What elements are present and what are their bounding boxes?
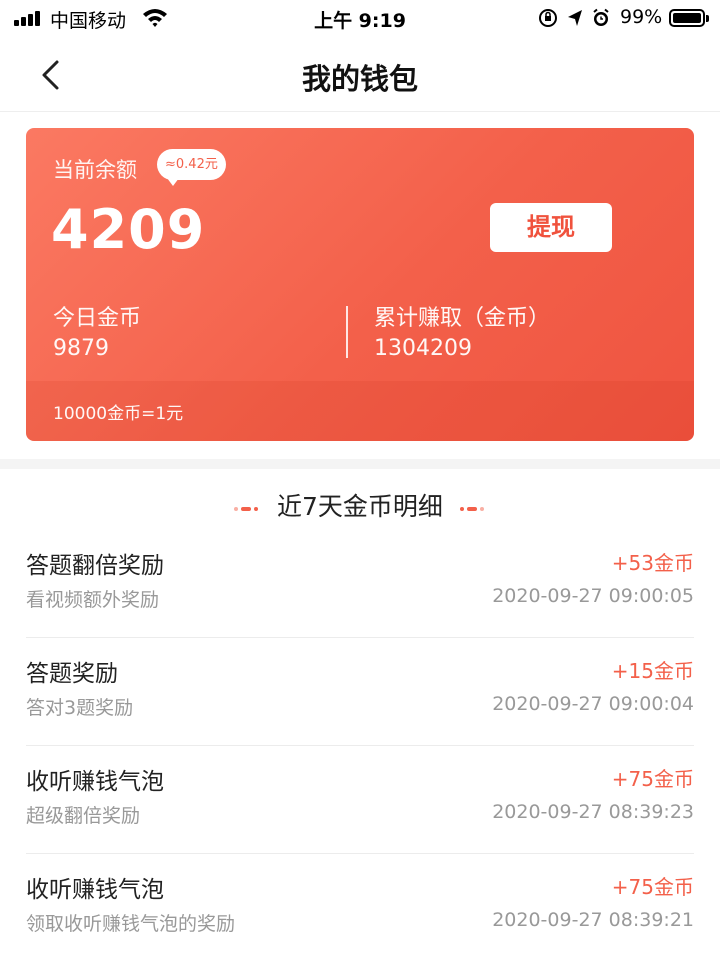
- cash-equivalent-badge: ≈0.42元: [157, 149, 226, 186]
- item-timestamp: 2020-09-27 08:39:21: [492, 909, 694, 931]
- orientation-lock-icon: [539, 9, 557, 27]
- item-title: 收听赚钱气泡: [26, 877, 164, 903]
- cash-equivalent-text: ≈0.42元: [165, 157, 218, 172]
- item-amount: +15金币: [611, 659, 694, 683]
- signal-icon: [14, 10, 42, 26]
- list-item: 收听赚钱气泡 +75金币 领取收听赚钱气泡的奖励 2020-09-27 08:3…: [26, 854, 694, 960]
- carrier-label: 中国移动: [50, 10, 127, 32]
- withdraw-button[interactable]: 提现: [490, 203, 612, 252]
- item-timestamp: 2020-09-27 09:00:04: [492, 693, 694, 715]
- list-item: 答题翻倍奖励 +53金币 看视频额外奖励 2020-09-27 09:00:05: [26, 530, 694, 638]
- status-bar: 中国移动 上午 9:19 99%: [0, 0, 720, 38]
- balance-value: 4209: [51, 198, 206, 261]
- decoration-right: [456, 505, 486, 513]
- stat-divider: [346, 306, 348, 358]
- decoration-left: [233, 505, 264, 513]
- battery-icon: [669, 9, 709, 27]
- page-title: 我的钱包: [301, 62, 418, 96]
- location-icon: [568, 10, 582, 26]
- item-title: 答题翻倍奖励: [26, 553, 164, 579]
- status-icons: [539, 8, 609, 27]
- exchange-rate-strip: 10000金币=1元: [26, 381, 694, 441]
- today-coins-value: 9879: [53, 336, 109, 361]
- total-earned-value: 1304209: [374, 336, 472, 361]
- balance-label: 当前余额: [53, 158, 137, 182]
- nav-bar: 我的钱包: [0, 38, 720, 112]
- item-subtitle: 看视频额外奖励: [26, 589, 160, 611]
- history-section-header: 近7天金币明细: [0, 487, 720, 527]
- battery-percent: 99%: [620, 6, 663, 28]
- today-coins-label: 今日金币: [53, 306, 142, 331]
- history-title: 近7天金币明细: [277, 492, 443, 521]
- item-timestamp: 2020-09-27 08:39:23: [492, 801, 694, 823]
- wifi-icon: [143, 9, 167, 27]
- item-amount: +75金币: [611, 875, 694, 899]
- item-amount: +53金币: [611, 551, 694, 575]
- wallet-card: 当前余额 ≈0.42元 4209 提现 今日金币 9879 累计赚取（金币） 1…: [26, 128, 694, 441]
- list-item: 收听赚钱气泡 +75金币 超级翻倍奖励 2020-09-27 08:39:23: [26, 746, 694, 854]
- list-item: 答题奖励 +15金币 答对3题奖励 2020-09-27 09:00:04: [26, 638, 694, 746]
- coin-history-list: 答题翻倍奖励 +53金币 看视频额外奖励 2020-09-27 09:00:05…: [26, 530, 694, 960]
- section-divider: [0, 459, 720, 469]
- item-title: 答题奖励: [26, 661, 118, 687]
- item-subtitle: 答对3题奖励: [26, 697, 134, 719]
- item-subtitle: 领取收听赚钱气泡的奖励: [26, 913, 236, 935]
- item-timestamp: 2020-09-27 09:00:05: [492, 585, 694, 607]
- alarm-icon: [593, 8, 609, 26]
- item-title: 收听赚钱气泡: [26, 769, 164, 795]
- item-amount: +75金币: [611, 767, 694, 791]
- exchange-rate-text: 10000金币=1元: [53, 404, 184, 424]
- item-subtitle: 超级翻倍奖励: [26, 805, 141, 827]
- total-earned-label: 累计赚取（金币）: [374, 306, 551, 331]
